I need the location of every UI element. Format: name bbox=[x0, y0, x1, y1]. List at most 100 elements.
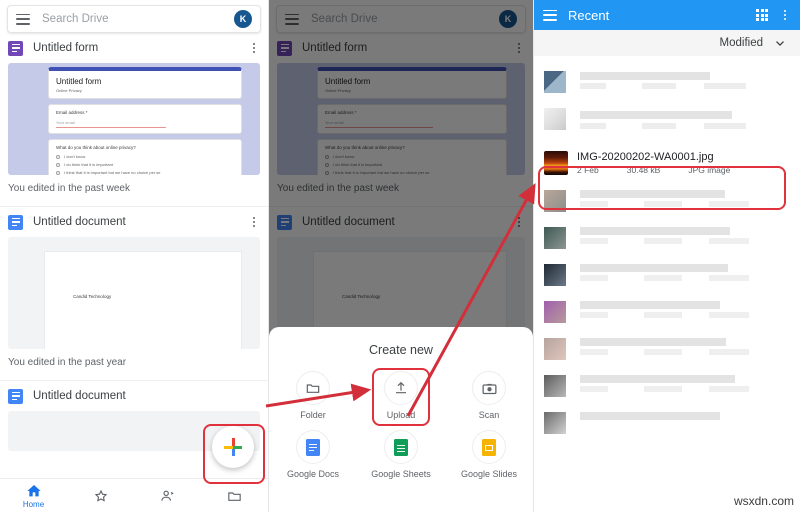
hamburger-icon[interactable] bbox=[543, 9, 557, 21]
file-thumbnail bbox=[544, 150, 568, 175]
create-option-label: Google Docs bbox=[286, 469, 340, 479]
drive-home-panel: Search Drive K Untitled form Untitled fo… bbox=[0, 0, 268, 512]
radio-icon bbox=[56, 170, 60, 175]
nav-item-shared[interactable] bbox=[134, 488, 201, 504]
list-item[interactable] bbox=[534, 187, 800, 222]
create-new-bottom-sheet: Create new Folder Upload Scan Google Doc… bbox=[269, 327, 533, 512]
file-thumbnail bbox=[544, 264, 566, 286]
shared-people-icon bbox=[161, 490, 174, 501]
create-option-label: Google Slides bbox=[460, 469, 518, 479]
create-option-label: Google Sheets bbox=[371, 469, 431, 479]
nav-label-home: Home bbox=[22, 499, 45, 509]
create-option-google-slides[interactable]: Google Slides bbox=[445, 430, 533, 479]
form-email-block: Email address * Your email bbox=[48, 104, 242, 134]
list-item[interactable] bbox=[534, 372, 800, 407]
file-card-header: Untitled document bbox=[0, 207, 268, 237]
document-preview[interactable]: Candid Technology bbox=[8, 237, 260, 349]
list-item[interactable] bbox=[534, 105, 800, 140]
radio-icon bbox=[56, 154, 60, 159]
nav-item-home[interactable]: Home bbox=[0, 483, 67, 509]
form-option-label: I don't know bbox=[64, 154, 86, 159]
create-new-fab[interactable] bbox=[212, 426, 254, 468]
form-preview-heading: Untitled form bbox=[56, 77, 102, 86]
create-option-scan[interactable]: Scan bbox=[445, 371, 533, 420]
radio-icon bbox=[56, 162, 60, 167]
google-docs-icon bbox=[296, 430, 330, 464]
file-thumbnail bbox=[544, 227, 566, 249]
google-sheets-icon bbox=[384, 430, 418, 464]
sheet-title: Create new bbox=[369, 343, 433, 357]
file-title: Untitled form bbox=[33, 42, 99, 54]
list-item[interactable] bbox=[534, 298, 800, 333]
create-new-grid: Folder Upload Scan Google Docs Google Sh… bbox=[269, 371, 533, 479]
list-item[interactable] bbox=[534, 68, 800, 103]
list-item[interactable] bbox=[534, 335, 800, 370]
more-vert-icon[interactable] bbox=[779, 10, 791, 20]
create-option-label: Folder bbox=[300, 410, 326, 420]
file-card-header: Untitled form bbox=[0, 33, 268, 63]
google-forms-icon bbox=[8, 40, 23, 56]
app-bar-title: Recent bbox=[568, 7, 610, 23]
more-vert-icon[interactable] bbox=[248, 217, 260, 227]
list-item[interactable] bbox=[534, 409, 800, 444]
form-option: I do think that it is important bbox=[56, 162, 234, 167]
file-size: 30.48 kB bbox=[626, 164, 661, 175]
file-meta: You edited in the past year bbox=[8, 357, 127, 368]
file-kind: JPG image bbox=[688, 164, 731, 175]
star-icon bbox=[94, 489, 107, 502]
search-input[interactable]: Search Drive bbox=[42, 13, 234, 25]
list-item[interactable] bbox=[534, 224, 800, 259]
folder-icon bbox=[296, 371, 330, 405]
nav-item-files[interactable] bbox=[201, 488, 268, 504]
file-row-details: IMG-20200202-WA0001.jpg 2 Feb 30.48 kB J… bbox=[577, 151, 730, 175]
form-preview-subheading: Online Privacy bbox=[56, 88, 82, 93]
file-title: Untitled document bbox=[33, 390, 126, 402]
grid-view-icon[interactable] bbox=[756, 9, 768, 21]
chevron-down-icon[interactable] bbox=[773, 36, 787, 50]
sort-label: Modified bbox=[719, 37, 763, 49]
file-thumbnail bbox=[544, 71, 566, 93]
drive-create-new-panel: Search Drive K Untitled form Untitled fo… bbox=[268, 0, 533, 512]
upload-icon bbox=[384, 371, 418, 405]
document-preview-text: Candid Technology bbox=[73, 294, 112, 299]
file-thumbnail bbox=[544, 301, 566, 323]
sort-bar[interactable]: Modified bbox=[534, 30, 800, 56]
create-option-google-sheets[interactable]: Google Sheets bbox=[357, 430, 445, 479]
recent-files-panel: Recent Modified IMG-20200202-WA0001.jpg … bbox=[533, 0, 800, 512]
google-slides-icon bbox=[472, 430, 506, 464]
nav-item-starred[interactable] bbox=[67, 488, 134, 504]
form-preview[interactable]: Untitled form Online Privacy Email addre… bbox=[8, 63, 260, 175]
file-row-highlighted[interactable]: IMG-20200202-WA0001.jpg 2 Feb 30.48 kB J… bbox=[534, 146, 800, 179]
form-option-label: I think that it is important but we have… bbox=[64, 170, 161, 175]
plus-icon bbox=[224, 438, 242, 456]
form-question-block: What do you think about online privacy? … bbox=[48, 139, 242, 175]
create-option-google-docs[interactable]: Google Docs bbox=[269, 430, 357, 479]
create-option-folder[interactable]: Folder bbox=[269, 371, 357, 420]
avatar[interactable]: K bbox=[234, 10, 252, 28]
more-vert-icon[interactable] bbox=[248, 43, 260, 53]
file-thumbnail bbox=[544, 108, 566, 130]
create-option-label: Scan bbox=[478, 410, 500, 420]
search-bar[interactable]: Search Drive K bbox=[7, 5, 261, 33]
form-field-placeholder: Your email bbox=[56, 120, 167, 128]
file-thumbnail bbox=[544, 412, 566, 434]
create-option-upload[interactable]: Upload bbox=[357, 371, 445, 420]
watermark: wsxdn.com bbox=[733, 494, 794, 508]
camera-scan-icon bbox=[472, 371, 506, 405]
file-title: Untitled document bbox=[33, 216, 126, 228]
file-thumbnail bbox=[544, 338, 566, 360]
screenshot-stage: Search Drive K Untitled form Untitled fo… bbox=[0, 0, 800, 512]
list-item[interactable] bbox=[534, 261, 800, 296]
file-date: 2 Feb bbox=[577, 164, 599, 175]
google-docs-icon bbox=[8, 388, 23, 404]
hamburger-icon[interactable] bbox=[16, 13, 30, 25]
file-card-document-1[interactable]: Untitled document Candid Technology You … bbox=[0, 207, 268, 380]
form-option: I don't know bbox=[56, 154, 234, 159]
form-option-label: I do think that it is important bbox=[64, 162, 113, 167]
file-thumbnail bbox=[544, 375, 566, 397]
file-card-form[interactable]: Untitled form Untitled form Online Priva… bbox=[0, 33, 268, 206]
app-bar: Recent bbox=[534, 0, 800, 30]
google-docs-icon bbox=[8, 214, 23, 230]
form-question: What do you think about online privacy? bbox=[56, 145, 136, 150]
form-field-label: Email address * bbox=[56, 110, 88, 115]
